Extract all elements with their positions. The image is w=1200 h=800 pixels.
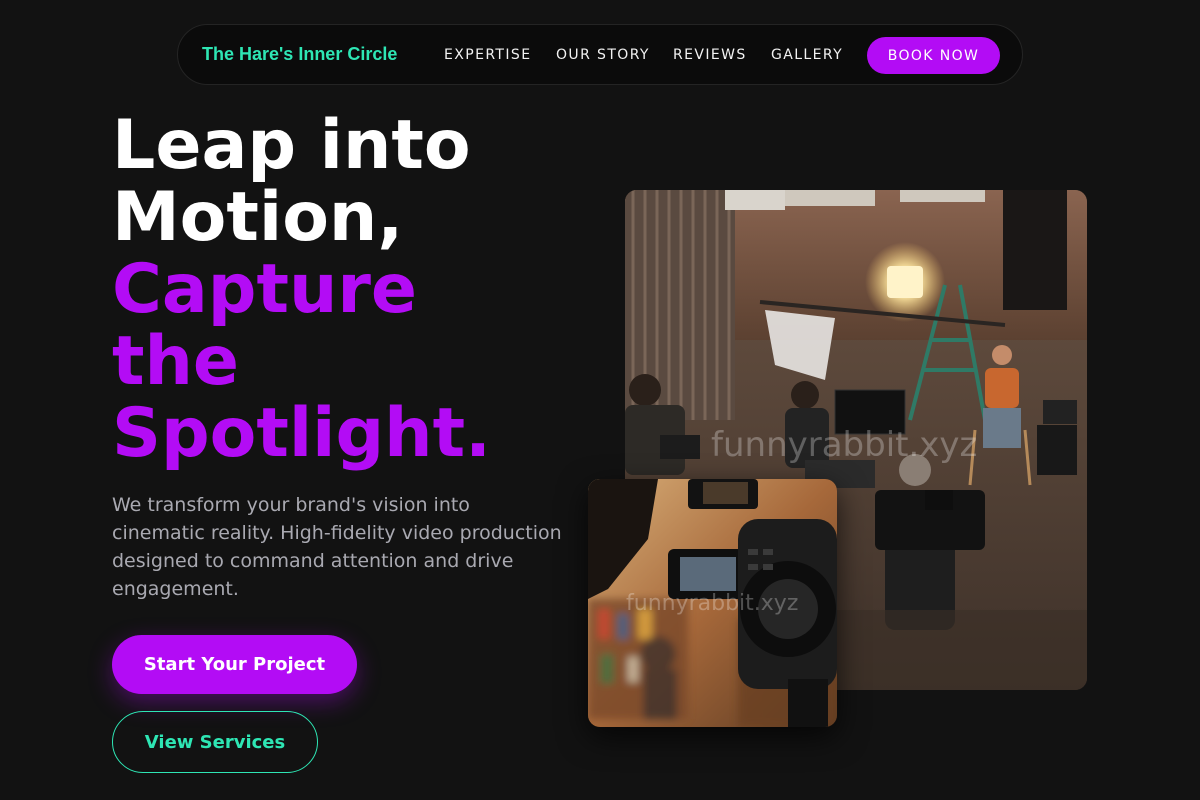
hero-headline: Leap into Motion, Capture the Spotlight. xyxy=(112,110,582,470)
brand-logo[interactable]: The Hare's Inner Circle xyxy=(202,44,397,65)
headline-line-5: Spotlight. xyxy=(112,394,491,473)
headline-line-1: Leap into xyxy=(112,106,471,185)
top-navigation: The Hare's Inner Circle EXPERTISE OUR ST… xyxy=(177,24,1023,85)
headline-line-2: Motion, xyxy=(112,178,404,257)
nav-link-our-story[interactable]: OUR STORY xyxy=(556,47,650,63)
nav-link-expertise[interactable]: EXPERTISE xyxy=(444,47,531,63)
hero-lead-text: We transform your brand's vision into ci… xyxy=(112,494,562,600)
start-project-button[interactable]: Start Your Project xyxy=(112,635,357,694)
nav-link-gallery[interactable]: GALLERY xyxy=(771,47,843,63)
headline-line-4: the xyxy=(112,322,240,401)
view-services-button[interactable]: View Services xyxy=(112,711,318,773)
hero-camera-photo: funnyrabbit.xyz xyxy=(588,479,837,727)
book-now-button[interactable]: BOOK NOW xyxy=(867,37,1000,74)
camera-closeup-illustration xyxy=(588,479,837,727)
nav-link-reviews[interactable]: REVIEWS xyxy=(673,47,747,63)
headline-line-3: Capture xyxy=(112,250,418,329)
